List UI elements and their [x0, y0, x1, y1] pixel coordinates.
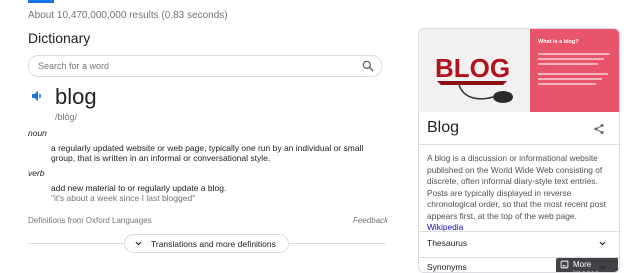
part-of-speech-verb: verb	[28, 168, 45, 178]
svg-text:BLOG: BLOG	[435, 53, 510, 83]
divider	[419, 144, 619, 145]
image-icon	[560, 260, 569, 269]
part-of-speech-noun: noun	[28, 128, 47, 138]
definition-verb: add new material to or regularly update …	[51, 183, 227, 193]
headword: blog	[55, 84, 97, 109]
divider	[419, 231, 619, 232]
divider	[289, 243, 386, 244]
image-text-line	[538, 53, 610, 55]
divider	[28, 243, 124, 244]
description-text: A blog is a discussion or informational …	[427, 153, 606, 221]
image-text-line	[538, 58, 604, 60]
what-is-a-blog-image[interactable]: What is a blog?	[530, 29, 619, 112]
example-verb: "it's about a week since I last blogged"	[51, 193, 196, 203]
chevron-down-icon[interactable]	[598, 239, 607, 248]
definitions-source: Definitions from Oxford Languages	[28, 216, 152, 225]
image-text-line	[538, 78, 602, 80]
feedback-link[interactable]: Feedback	[353, 216, 388, 225]
dictionary-search-box[interactable]	[28, 55, 382, 77]
share-icon[interactable]	[593, 123, 605, 135]
dictionary-heading: Dictionary	[28, 30, 91, 46]
active-tab-indicator	[28, 0, 54, 3]
divider	[419, 257, 619, 258]
image-caption-title: What is a blog?	[538, 39, 579, 45]
image-text-line	[538, 73, 608, 75]
more-images-label: More images	[573, 260, 599, 272]
knowledge-panel-title: Blog	[427, 119, 460, 136]
more-definitions-button[interactable]: Translations and more definitions	[124, 234, 289, 253]
chevron-down-icon	[135, 241, 142, 246]
knowledge-panel: BLOG What is a blog? More images Blog A …	[418, 28, 620, 273]
search-icon[interactable]	[361, 59, 375, 73]
phonetic: /blôg/	[55, 112, 78, 122]
synonyms-row[interactable]: Synonyms	[427, 262, 467, 272]
dictionary-search-input[interactable]	[38, 58, 358, 74]
speaker-icon[interactable]	[30, 88, 46, 104]
thesaurus-row[interactable]: Thesaurus	[427, 238, 467, 248]
more-images-button[interactable]: More images	[556, 257, 618, 272]
more-definitions-label: Translations and more definitions	[151, 239, 276, 249]
image-text-line	[538, 83, 596, 85]
definition-noun: a regularly updated website or web page,…	[51, 143, 364, 163]
blog-3d-logo-graphic: BLOG	[419, 29, 529, 112]
blog-3d-image[interactable]: BLOG	[419, 29, 529, 112]
knowledge-panel-description: A blog is a discussion or informational …	[427, 153, 613, 234]
chevron-down-icon[interactable]	[598, 263, 607, 272]
image-text-line	[538, 63, 598, 65]
results-stats: About 10,470,000,000 results (0.83 secon…	[28, 10, 228, 21]
